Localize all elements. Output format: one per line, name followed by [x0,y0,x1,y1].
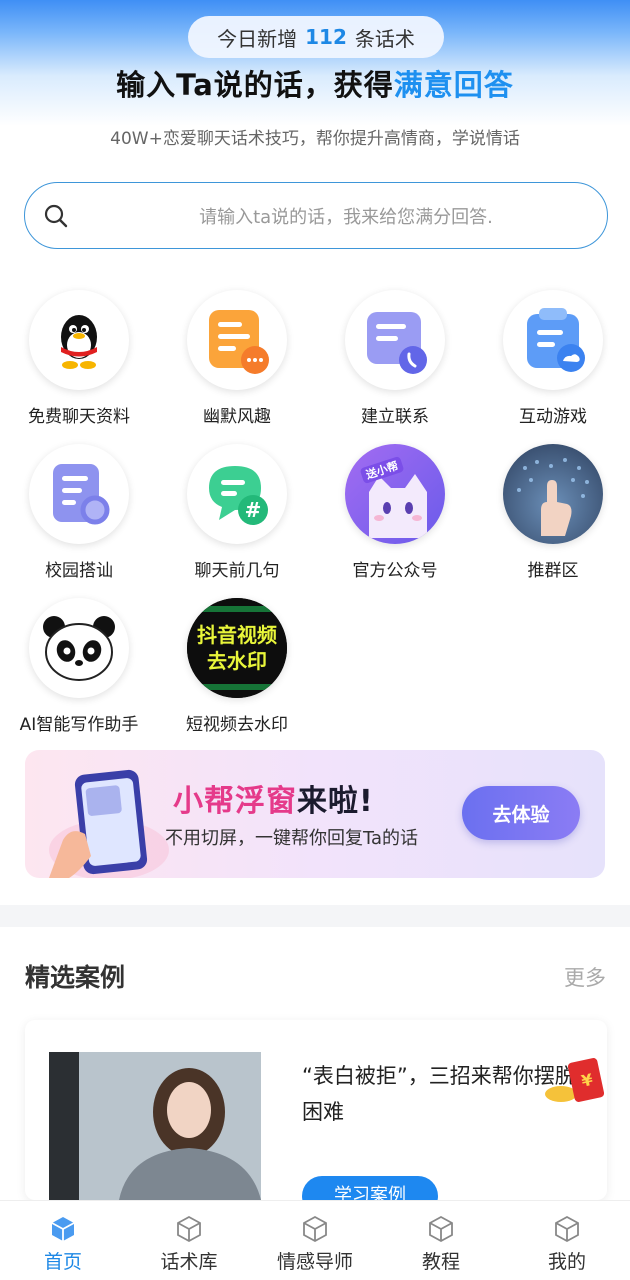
banner-title: 小帮浮窗来啦! [173,784,374,819]
tab-phrase-library[interactable]: 话术库 [126,1201,252,1280]
watermark-art-line2: 去水印 [207,649,267,673]
red-envelope-icon: ¥ [545,1058,605,1102]
today-prefix: 今日新增 [217,26,298,51]
tile-campus-approach[interactable]: 校园搭讪 [0,444,158,584]
tab-tutorial[interactable]: 教程 [378,1201,504,1280]
group-hand-icon [517,458,589,536]
tile-group-promo[interactable]: 推群区 [474,444,630,584]
page-headline: 输入Ta说的话，获得满意回答 [116,68,514,102]
today-new-badge: 今日新增 112 条话术 [188,16,444,58]
floating-window-banner[interactable]: 小帮浮窗来啦! 不用切屏，一键帮你回复Ta的话 去体验 [25,750,605,878]
tile-official-account[interactable]: 送小帮 官方公众号 [316,444,474,584]
section-divider [0,905,630,927]
panda-icon [43,616,115,681]
chat-hashtag-icon: # [209,466,268,525]
try-now-button[interactable]: 去体验 [462,786,580,840]
search-input[interactable]: 请输入ta说的话，我来给您满分回答. [24,182,608,249]
cube-icon [429,1215,453,1243]
case-title: “表白被拒”，三招来帮你摆脱困难 [302,1064,576,1124]
cat-mascot-icon: 送小帮 [360,456,427,538]
humor-chat-icon [209,310,269,374]
svg-text:#: # [245,498,262,522]
banner-desc: 不用切屏，一键帮你回复Ta的话 [165,828,419,849]
tile-build-connection[interactable]: 建立联系 [316,290,474,430]
learn-case-button[interactable]: 学习案例 [302,1176,438,1200]
campus-doc-icon [53,464,110,525]
hero-header: 今日新增 112 条话术 输入Ta说的话，获得满意回答 40W+恋爱聊天话术技巧… [0,0,630,180]
connect-phone-icon [367,312,427,374]
qq-penguin-icon [61,315,97,369]
tile-remove-watermark[interactable]: 抖音视频 去水印 短视频去水印 [158,598,316,738]
featured-cases-title: 精选案例 [25,963,126,992]
more-link[interactable]: 更多 [564,962,606,992]
tile-chat-openers[interactable]: # 聊天前几句 [158,444,316,584]
tab-emotion-mentor[interactable]: 情感导师 [252,1201,378,1280]
home-cube-icon [51,1217,75,1241]
today-count: 112 [305,25,347,49]
tile-humor[interactable]: 幽默风趣 [158,290,316,430]
tile-ai-writing[interactable]: AI智能写作助手 [0,598,158,738]
case-image [49,1052,261,1200]
cube-icon [555,1215,579,1243]
game-clipboard-icon [527,308,585,372]
cube-icon [177,1215,201,1243]
cube-icon [303,1215,327,1243]
tile-interactive-game[interactable]: 互动游戏 [474,290,630,430]
case-card[interactable]: “表白被拒”，三招来帮你摆脱困难 学习案例 ¥ [25,1020,607,1200]
tab-mine[interactable]: 我的 [504,1201,630,1280]
bottom-tabbar: 首页 话术库 情感导师 教程 我的 [0,1200,630,1280]
watermark-art-line1: 抖音视频 [197,623,277,647]
tile-free-chat-material[interactable]: 免费聊天资料 [0,290,158,430]
page-subtitle: 40W+恋爱聊天话术技巧，帮你提升高情商，学说情话 [110,129,520,149]
tab-home[interactable]: 首页 [0,1201,126,1280]
search-placeholder: 请输入ta说的话，我来给您满分回答. [199,206,493,228]
watermark-video-icon: 抖音视频 去水印 [187,598,287,698]
today-suffix: 条话术 [354,26,415,51]
phone-hand-icon [49,769,169,878]
